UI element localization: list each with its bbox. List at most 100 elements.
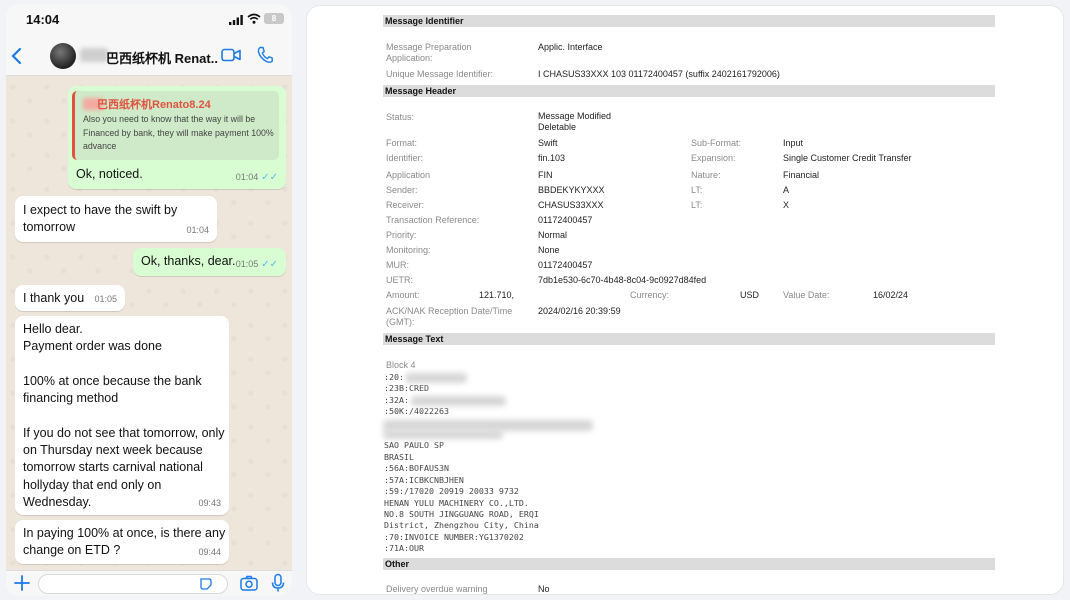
message-time: 01:04 xyxy=(186,224,209,235)
message-bubble[interactable]: Hello dear. Payment order was done 100% … xyxy=(15,316,229,515)
back-icon[interactable] xyxy=(10,46,24,66)
contact-name[interactable]: 巴西纸杯机 Renat... xyxy=(106,48,218,67)
block4-line: :71A:OUR xyxy=(384,543,424,553)
value-mur: 01172400457 xyxy=(538,260,593,270)
label-unique-message-identifier: Unique Message Identifier: xyxy=(386,69,494,79)
section-message-header: Message Header xyxy=(383,85,995,97)
redaction-blur xyxy=(405,373,467,383)
block4-line: :23B:CRED xyxy=(384,383,429,393)
mic-icon[interactable] xyxy=(271,573,285,593)
redacted-name xyxy=(80,48,108,62)
value-format: Swift xyxy=(538,138,558,148)
whatsapp-chat-panel: 14:04 8 巴西纸杯机 Renat... 巴西纸杯机Renato8.24 A… xyxy=(6,4,292,596)
label-lt-sender: LT: xyxy=(691,185,703,195)
block4-line: :56A:BOFAUS3N xyxy=(384,463,449,473)
message-timestamp: 01:04 xyxy=(235,171,259,182)
quoted-message[interactable]: 巴西纸杯机Renato8.24 Also you need to know th… xyxy=(72,91,279,160)
value-delivery-overdue-warning: No xyxy=(538,584,550,594)
label-format: Format: xyxy=(386,138,418,148)
value-amount: 121.710, xyxy=(479,290,515,300)
label-application: Application xyxy=(386,170,431,180)
read-receipt-icon: ✓✓ xyxy=(261,171,278,183)
status-bar: 14:04 8 xyxy=(6,4,292,36)
value-status: Message Modified Deletable xyxy=(538,111,612,132)
label-status: Status: xyxy=(386,112,415,122)
label-amount: Amount: xyxy=(386,290,420,300)
value-transaction-reference: 01172400457 xyxy=(538,215,593,225)
section-message-identifier: Message Identifier xyxy=(383,15,995,27)
value-ack-nak-datetime: 2024/02/16 20:39:59 xyxy=(538,306,621,316)
read-receipt-icon: ✓✓ xyxy=(261,258,278,270)
label-priority: Priority: xyxy=(386,230,417,240)
battery-icon: 8 xyxy=(264,13,284,24)
label-transaction-reference: Transaction Reference: xyxy=(386,215,480,225)
block4-line: :57A:ICBKCNBJHEN xyxy=(384,475,464,485)
value-currency: USD xyxy=(740,290,760,300)
message-bubble[interactable]: In paying 100% at once, is there any cha… xyxy=(15,520,229,564)
phone-icon[interactable] xyxy=(257,46,273,64)
chat-header: 巴西纸杯机 Renat... xyxy=(6,36,292,76)
value-application: FIN xyxy=(538,170,553,180)
message-composer xyxy=(6,570,292,596)
label-uetr: UETR: xyxy=(386,275,413,285)
signal-icon xyxy=(229,15,243,25)
block4-line: NO.8 SOUTH JINGGUANG ROAD, ERQI xyxy=(384,509,539,519)
redaction-blur xyxy=(411,396,506,406)
label-sub-format: Sub-Format: xyxy=(691,138,742,148)
label-monitoring: Monitoring: xyxy=(386,245,431,255)
swift-message-document: Message Identifier Message Preparation A… xyxy=(306,5,1064,595)
block4-line: :59:/17020 20919 20033 9732 xyxy=(384,486,519,496)
value-lt-sender: A xyxy=(783,185,790,195)
label-value-date: Value Date: xyxy=(783,290,830,300)
value-uetr: 7db1e530-6c70-4b48-8c04-9c0927d84fed xyxy=(538,275,707,285)
sticker-icon[interactable] xyxy=(199,577,213,591)
message-text: Hello dear. Payment order was done 100% … xyxy=(23,322,225,509)
block4-line: HENAN YULU MACHINERY CO.,LTD. xyxy=(384,498,529,508)
message-bubble[interactable]: I expect to have the swift by tomorrow 0… xyxy=(15,196,217,242)
message-bubble[interactable]: Ok, thanks, dear. 01:05 ✓✓ xyxy=(133,248,286,276)
label-mur: MUR: xyxy=(386,260,409,270)
message-time: 01:04 ✓✓ xyxy=(236,169,278,186)
block4-line: :70:INVOICE NUMBER:YG1370202 xyxy=(384,532,524,542)
section-message-text: Message Text xyxy=(383,333,995,345)
block4-line: :32A: xyxy=(384,395,409,405)
value-sender: BBDEKYKYXXX xyxy=(538,185,605,195)
value-sub-format: Input xyxy=(783,138,804,148)
wifi-icon xyxy=(247,13,261,24)
block4-line: :50K:/4022263 xyxy=(384,406,449,416)
label-currency: Currency: xyxy=(630,290,670,300)
message-time: 09:44 xyxy=(198,546,221,557)
block4-line: BRASIL xyxy=(384,452,414,462)
camera-icon[interactable] xyxy=(240,575,258,591)
value-priority: Normal xyxy=(538,230,568,240)
redaction-blur xyxy=(383,430,503,439)
clock: 14:04 xyxy=(26,12,60,27)
block-label: Block 4 xyxy=(386,360,416,370)
message-text: I expect to have the swift by tomorrow xyxy=(23,203,178,235)
value-lt-receiver: X xyxy=(783,200,790,210)
message-timestamp: 01:05 xyxy=(235,258,259,269)
avatar[interactable] xyxy=(50,43,76,69)
label-message-preparation: Message Preparation Application: xyxy=(386,42,472,63)
quote-author: 巴西纸杯机Renato8.24 xyxy=(97,99,211,111)
value-nature: Financial xyxy=(783,170,820,180)
label-delivery-overdue-warning: Delivery overdue warning xyxy=(386,584,488,594)
message-input[interactable] xyxy=(38,574,228,594)
value-value-date: 16/02/24 xyxy=(873,290,909,300)
value-message-preparation: Applic. Interface xyxy=(538,42,603,52)
label-sender: Sender: xyxy=(386,185,418,195)
block4-line: SAO PAULO SP xyxy=(384,440,444,450)
label-nature: Nature: xyxy=(691,170,721,180)
message-bubble[interactable]: 巴西纸杯机Renato8.24 Also you need to know th… xyxy=(68,86,286,189)
section-other: Other xyxy=(383,558,995,570)
message-time: 09:43 xyxy=(198,497,221,508)
plus-icon[interactable] xyxy=(12,573,32,593)
message-bubble[interactable]: I thank you 01:05 xyxy=(15,285,125,311)
video-call-icon[interactable] xyxy=(221,48,241,62)
block4-line: :20: xyxy=(384,372,404,382)
message-text: In paying 100% at once, is there any cha… xyxy=(23,526,226,558)
value-unique-message-identifier: I CHASUS33XXX 103 01172400457 (suffix 24… xyxy=(538,69,780,79)
quote-text: Also you need to know that the way it wi… xyxy=(83,114,274,151)
value-monitoring: None xyxy=(538,245,560,255)
label-lt-receiver: LT: xyxy=(691,200,703,210)
